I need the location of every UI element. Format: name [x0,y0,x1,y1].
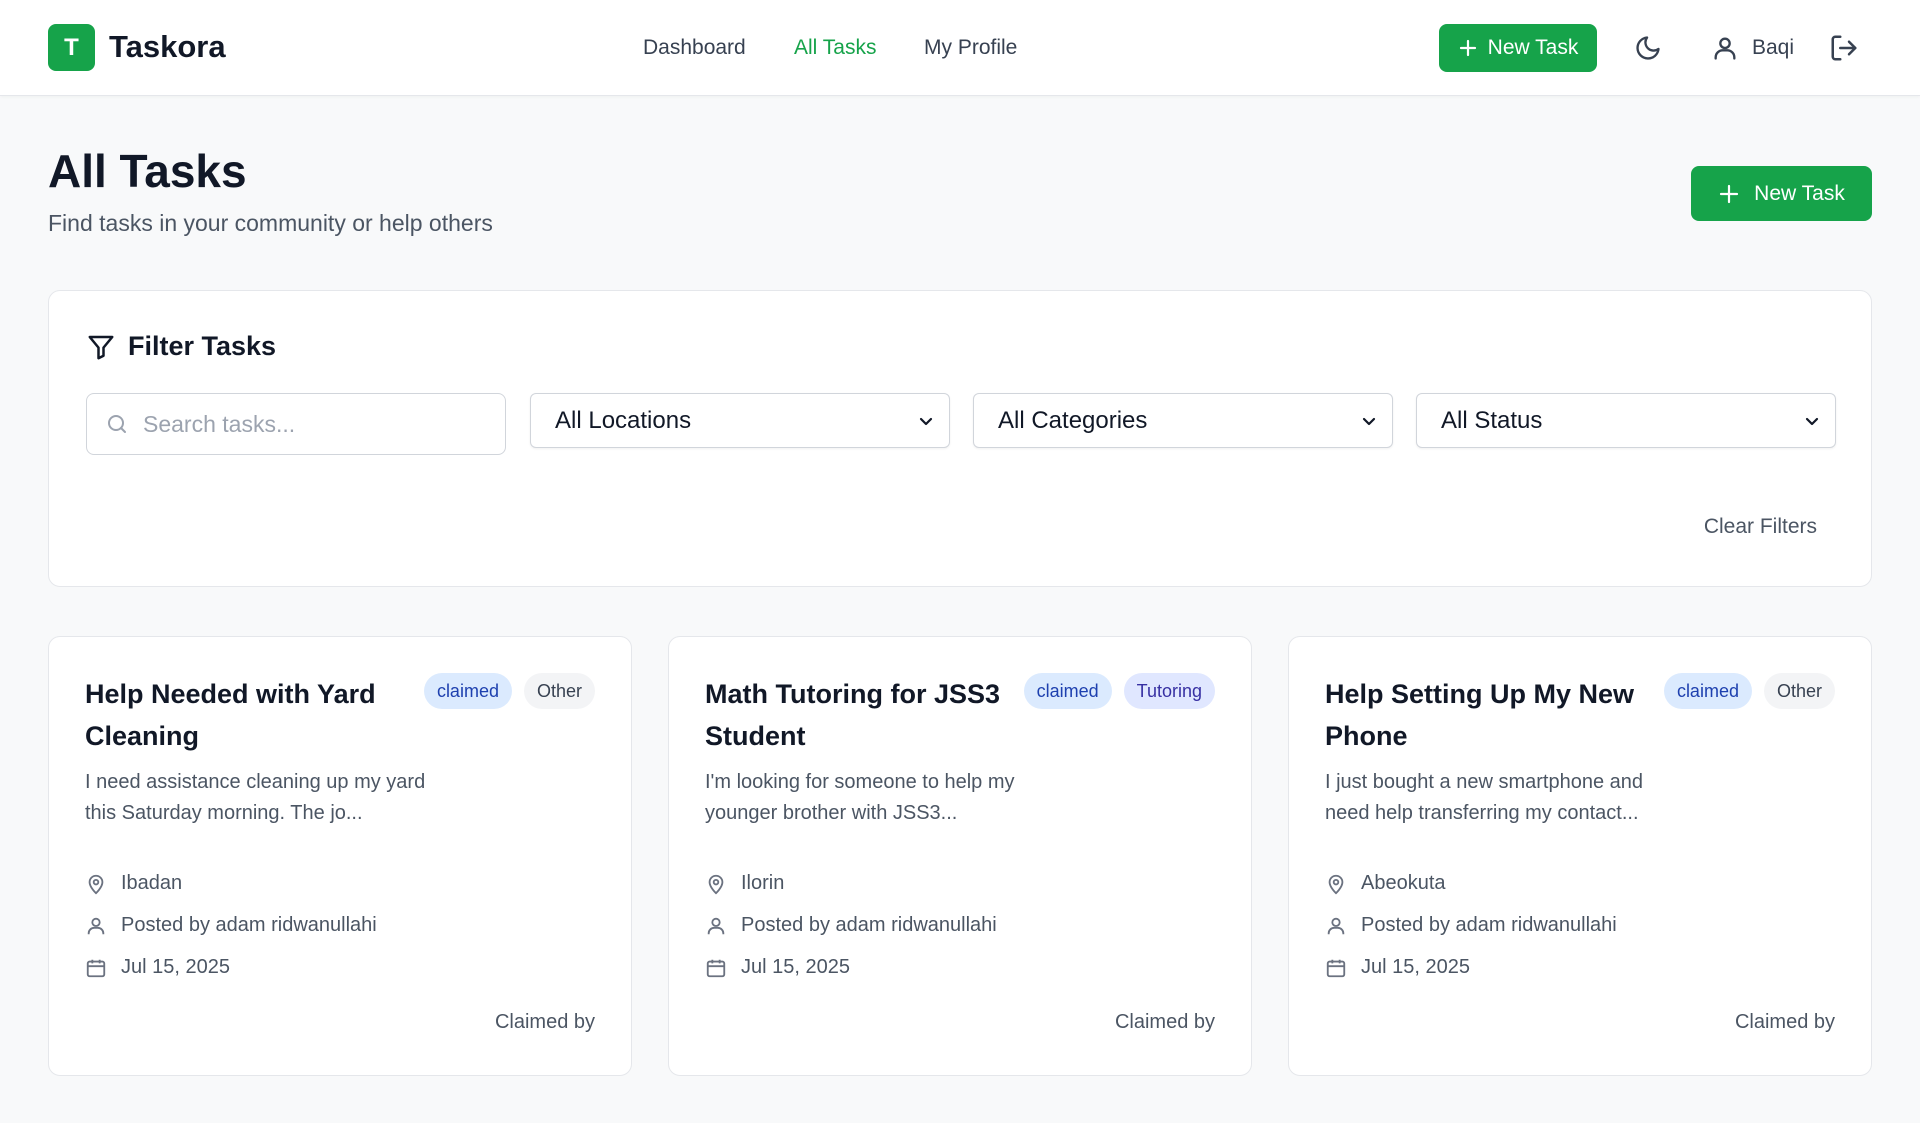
calendar-icon [706,959,726,977]
task-location: Abeokuta [1325,872,1446,895]
search-icon [108,415,126,433]
task-location-text: Abeokuta [1361,872,1446,894]
search-input[interactable] [143,410,473,438]
status-badge: claimed [1023,673,1112,709]
task-date: Jul 15, 2025 [1325,956,1470,979]
nav-my-profile[interactable]: My Profile [924,36,1017,60]
task-card[interactable]: Math Tutoring for JSS3 Student claimed T… [668,636,1252,1076]
task-badges: claimed Tutoring [1023,673,1215,709]
category-select[interactable]: All Categories [973,393,1393,448]
header-new-task-label: New Task [1487,36,1579,59]
task-date-text: Jul 15, 2025 [741,956,850,978]
task-poster-text: Posted by adam ridwanullahi [741,914,997,936]
header-new-task-button[interactable]: New Task [1439,24,1597,72]
new-task-label: New Task [1754,181,1845,205]
status-badge: claimed [1663,673,1752,709]
page-subtitle: Find tasks in your community or help oth… [48,210,493,236]
new-task-button[interactable]: New Task [1691,166,1872,221]
filter-panel: Filter Tasks All Locations All Categorie… [48,290,1872,587]
logout-button[interactable] [1828,32,1860,64]
location-select-value: All Locations [555,406,692,434]
task-poster: Posted by adam ridwanullahi [705,914,997,937]
nav-all-tasks[interactable]: All Tasks [794,36,876,60]
task-location-text: Ibadan [121,872,183,894]
task-date: Jul 15, 2025 [705,956,850,979]
category-badge: Other [523,673,595,709]
task-description: I'm looking for someone to help my young… [705,771,1015,824]
task-poster: Posted by adam ridwanullahi [1325,914,1617,937]
user-icon [1327,917,1345,934]
clear-filters-button[interactable]: Clear Filters [1704,515,1817,539]
task-location-text: Ilorin [741,872,785,894]
status-badge: claimed [423,673,512,709]
task-date-text: Jul 15, 2025 [1361,956,1470,978]
task-title[interactable]: Math Tutoring for JSS3 Student [705,673,1025,757]
chevron-down-icon [919,417,933,425]
calendar-icon [86,959,106,977]
category-select-value: All Categories [998,406,1148,434]
claimed-by: Claimed by [494,1011,595,1033]
task-date-text: Jul 15, 2025 [121,956,230,978]
task-card[interactable]: Help Setting Up My New Phone claimed Oth… [1288,636,1872,1076]
plus-icon [1720,184,1739,203]
status-select-value: All Status [1441,406,1543,434]
theme-toggle-button[interactable] [1632,32,1664,64]
category-badge: Other [1763,673,1835,709]
page-title: All Tasks [48,145,247,197]
task-date: Jul 15, 2025 [85,956,230,979]
status-select[interactable]: All Status [1416,393,1836,448]
filter-heading: Filter Tasks [86,331,276,362]
claimed-by: Claimed by [1734,1011,1835,1033]
task-description: I need assistance cleaning up my yard th… [85,771,426,824]
location-select[interactable]: All Locations [530,393,950,448]
task-description: I just bought a new smartphone and need … [1325,771,1643,824]
task-location: Ibadan [85,872,182,895]
task-title[interactable]: Help Setting Up My New Phone [1325,673,1645,757]
logo-icon[interactable]: T [48,24,95,71]
task-poster: Posted by adam ridwanullahi [85,914,377,937]
nav-dashboard[interactable]: Dashboard [643,36,746,60]
plus-icon [1459,39,1476,57]
user-name[interactable]: Baqi [1752,36,1794,60]
user-avatar[interactable] [1710,32,1740,64]
category-badge: Tutoring [1123,673,1215,709]
filter-icon [88,335,114,359]
task-poster-text: Posted by adam ridwanullahi [1361,914,1617,936]
user-icon [1714,37,1736,60]
task-card[interactable]: Help Needed with Yard Cleaning claimed O… [48,636,632,1076]
map-pin-icon [1328,874,1344,894]
task-poster-text: Posted by adam ridwanullahi [121,914,377,936]
task-title[interactable]: Help Needed with Yard Cleaning [85,673,405,757]
chevron-down-icon [1362,417,1376,425]
claimed-by: Claimed by [1114,1011,1215,1033]
chevron-down-icon [1805,417,1819,425]
search-field[interactable] [86,393,506,455]
calendar-icon [1326,959,1346,977]
map-pin-icon [88,874,104,894]
logout-icon [1831,35,1857,61]
top-navbar: T Taskora Dashboard All Tasks My Profile… [0,0,1920,96]
task-badges: claimed Other [423,673,595,709]
task-location: Ilorin [705,872,784,895]
user-icon [707,917,725,934]
brand-name[interactable]: Taskora [109,29,226,65]
task-badges: claimed Other [1663,673,1835,709]
user-icon [87,917,105,934]
filter-title: Filter Tasks [128,331,277,361]
moon-icon [1636,36,1660,60]
map-pin-icon [708,874,724,894]
